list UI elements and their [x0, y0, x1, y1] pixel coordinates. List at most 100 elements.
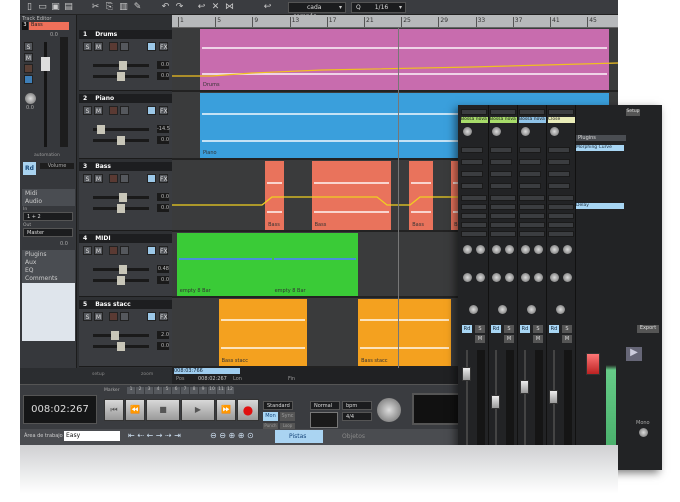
- solo-button[interactable]: S: [83, 42, 92, 51]
- insert-slot[interactable]: [490, 159, 512, 165]
- send-slot[interactable]: [461, 213, 487, 219]
- plugin-slot-2[interactable]: Delay: [576, 203, 624, 209]
- solo-button[interactable]: S: [83, 106, 92, 115]
- aux-knob[interactable]: [534, 245, 543, 254]
- aux-knob[interactable]: [492, 245, 501, 254]
- pan-fader[interactable]: [93, 342, 149, 351]
- lock-icon[interactable]: [147, 246, 156, 255]
- master-fader-cap[interactable]: [586, 353, 600, 375]
- record-arm-button[interactable]: [109, 42, 118, 51]
- aux-knob[interactable]: [492, 273, 501, 282]
- play-button[interactable]: ▶: [181, 399, 215, 421]
- track-name[interactable]: MIDI: [95, 235, 110, 242]
- inspector-mute-button[interactable]: M: [24, 53, 33, 62]
- lock-icon[interactable]: [147, 42, 156, 51]
- record-mode-select[interactable]: Standard: [263, 401, 293, 410]
- aux-knob[interactable]: [550, 273, 559, 282]
- redo-icon[interactable]: ↷: [174, 2, 185, 13]
- mute-button[interactable]: M: [562, 335, 572, 343]
- read-button[interactable]: Rd: [462, 325, 472, 333]
- aux-knob[interactable]: [463, 245, 472, 254]
- new-file-icon[interactable]: ▯: [24, 2, 35, 13]
- monitor-button[interactable]: [120, 246, 129, 255]
- aux-knob[interactable]: [534, 273, 543, 282]
- aux-knob[interactable]: [563, 245, 572, 254]
- monitor-button[interactable]: [120, 106, 129, 115]
- save-as-icon[interactable]: ▤: [63, 2, 74, 13]
- record-arm-button[interactable]: [109, 106, 118, 115]
- insert-slot[interactable]: [548, 147, 570, 153]
- input-slot[interactable]: [490, 109, 516, 115]
- send-slot[interactable]: [519, 213, 545, 219]
- insert-slot[interactable]: [490, 147, 512, 153]
- master-volume-knob[interactable]: [377, 398, 401, 422]
- read-button[interactable]: Rd: [549, 325, 559, 333]
- track-header[interactable]: 3 Bass S M FX 0.0 0.0: [79, 162, 172, 231]
- send-slot[interactable]: [490, 213, 516, 219]
- send-slot[interactable]: [461, 204, 487, 210]
- send-slot[interactable]: [490, 195, 516, 201]
- sync-button[interactable]: Sync: [280, 412, 295, 421]
- marker-button[interactable]: 11: [217, 387, 225, 394]
- marker-button[interactable]: 4: [154, 387, 162, 394]
- marker-button[interactable]: 6: [172, 387, 180, 394]
- aux-knob[interactable]: [550, 245, 559, 254]
- channel-fader-cap[interactable]: [520, 380, 529, 394]
- open-folder-icon[interactable]: ▭: [37, 2, 48, 13]
- track-name[interactable]: Bass: [95, 163, 111, 170]
- lock-icon[interactable]: [147, 312, 156, 321]
- output-select[interactable]: Master: [23, 228, 73, 237]
- return-icon[interactable]: ↩: [262, 2, 273, 13]
- gain-knob[interactable]: [492, 127, 501, 136]
- monitor-button[interactable]: [120, 174, 129, 183]
- delete-icon[interactable]: ✕: [210, 2, 221, 13]
- input-slot[interactable]: [461, 109, 487, 115]
- inspector-volume-fader[interactable]: [41, 42, 50, 147]
- input-slot[interactable]: [519, 109, 545, 115]
- section-audio[interactable]: Audio: [22, 197, 75, 206]
- track-name[interactable]: Drums: [95, 31, 117, 38]
- record-arm-button[interactable]: [109, 246, 118, 255]
- solo-button[interactable]: S: [504, 325, 514, 333]
- track-header[interactable]: 2 Piano S M FX -14.5 0.0: [79, 94, 172, 159]
- cut-tool-icon[interactable]: ✂: [90, 2, 101, 13]
- quantize-dropdown[interactable]: Q 1/16: [351, 2, 406, 13]
- gain-knob[interactable]: [550, 127, 559, 136]
- mute-button[interactable]: M: [94, 312, 103, 321]
- zoom-icons[interactable]: ⊖ ⊖ ⊕ ⊕ ⊙: [210, 431, 254, 440]
- solo-button[interactable]: S: [83, 312, 92, 321]
- marker-button[interactable]: 2: [136, 387, 144, 394]
- send-slot[interactable]: [490, 204, 516, 210]
- insert-slot[interactable]: [519, 147, 541, 153]
- lock-icon[interactable]: [147, 174, 156, 183]
- save-icon[interactable]: ▣: [50, 2, 61, 13]
- aux-knob[interactable]: [476, 245, 485, 254]
- play-mode-select[interactable]: Normal: [310, 401, 340, 410]
- lock-icon[interactable]: [147, 106, 156, 115]
- draw-tool-icon[interactable]: ✎: [132, 2, 143, 13]
- send-slot[interactable]: [519, 195, 545, 201]
- send-slot[interactable]: [461, 231, 487, 237]
- inspector-solo-button[interactable]: S: [24, 42, 33, 51]
- fx-button[interactable]: FX: [159, 174, 168, 183]
- track-name[interactable]: Piano: [95, 95, 114, 102]
- pan-knob[interactable]: [498, 305, 507, 314]
- automation-read-button[interactable]: Rd: [23, 162, 36, 175]
- mute-button[interactable]: M: [504, 335, 514, 343]
- send-slot[interactable]: [548, 195, 574, 201]
- playhead[interactable]: [398, 28, 399, 368]
- send-slot[interactable]: [461, 195, 487, 201]
- copy-icon[interactable]: ⎘: [104, 2, 115, 13]
- stop-button[interactable]: ■: [146, 399, 180, 421]
- gain-knob[interactable]: [463, 127, 472, 136]
- loop-icon[interactable]: ↩: [196, 2, 207, 13]
- record-button[interactable]: ●: [237, 399, 259, 421]
- insert-slot[interactable]: [490, 183, 512, 189]
- pan-knob[interactable]: [527, 305, 536, 314]
- channel-fader-cap[interactable]: [462, 367, 471, 381]
- solo-button[interactable]: S: [83, 174, 92, 183]
- automation-param-select[interactable]: Volume: [40, 163, 74, 169]
- aux-knob[interactable]: [463, 273, 472, 282]
- inspector-pan-knob[interactable]: [25, 93, 36, 104]
- track-header[interactable]: 5 Bass stacc S M FX 2.0 0.0: [79, 300, 172, 367]
